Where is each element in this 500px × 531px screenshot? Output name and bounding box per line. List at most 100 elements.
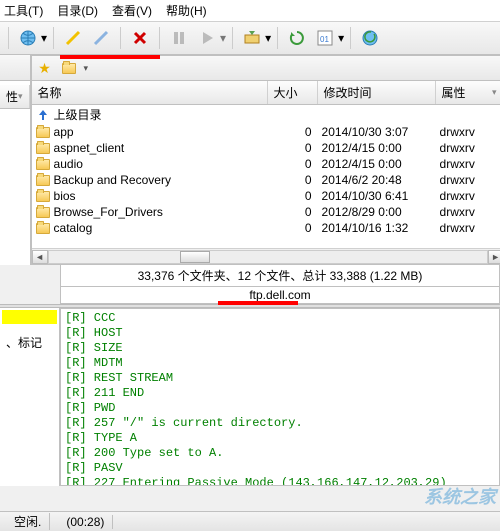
table-row[interactable]: audio02012/4/15 0:00drwxrv <box>32 156 500 172</box>
connect-button[interactable] <box>60 25 86 51</box>
log-line: [R] 200 Type set to A. <box>65 446 495 461</box>
host-label: ftp.dell.com <box>249 288 310 302</box>
file-perm: drwxrv <box>440 173 500 187</box>
file-name: app <box>54 125 74 139</box>
scroll-left-icon[interactable]: ◄ <box>32 250 48 264</box>
separator <box>159 27 160 49</box>
folder-nav-icon[interactable] <box>60 59 78 77</box>
scroll-thumb[interactable] <box>180 251 210 263</box>
table-row[interactable]: Backup and Recovery 02014/6/2 20:48drwxrv <box>32 172 500 188</box>
file-perm: drwxrv <box>440 157 500 171</box>
dropdown-icon[interactable]: ▾ <box>338 31 344 45</box>
folder-icon <box>36 191 50 202</box>
log-line: [R] TYPE A <box>65 431 495 446</box>
up-arrow-icon <box>36 108 50 122</box>
menu-bar: 工具(T) 目录(D) 查看(V) 帮助(H) <box>0 0 500 22</box>
file-perm: drwxrv <box>440 125 500 139</box>
file-name: audio <box>54 157 83 171</box>
play-button[interactable] <box>194 25 220 51</box>
file-size: 0 <box>272 221 322 235</box>
file-date: 2014/10/30 3:07 <box>322 125 440 139</box>
file-date: 2014/10/16 1:32 <box>322 221 440 235</box>
log-line: [R] 227 Entering Passive Mode (143,166,1… <box>65 476 495 486</box>
log-line: [R] HOST <box>65 326 495 341</box>
separator <box>120 27 121 49</box>
separator <box>8 27 9 49</box>
disconnect-button[interactable] <box>88 25 114 51</box>
host-bar: ftp.dell.com <box>60 287 500 304</box>
col-size[interactable]: 大小 <box>268 81 318 104</box>
col-modified[interactable]: 修改时间 <box>318 81 436 104</box>
local-quickbar <box>0 55 30 81</box>
col-attr[interactable]: 性▾ <box>0 85 30 108</box>
folder-icon <box>36 127 50 138</box>
file-size: 0 <box>272 157 322 171</box>
table-row[interactable]: catalog 02014/10/16 1:32drwxrv <box>32 220 500 236</box>
menu-help[interactable]: 帮助(H) <box>166 2 207 19</box>
separator <box>53 27 54 49</box>
local-header: 性▾ <box>0 85 30 109</box>
log-line: [R] PWD <box>65 401 495 416</box>
file-date: 2014/10/30 6:41 <box>322 189 440 203</box>
folder-icon <box>36 143 50 154</box>
toolbar: ▾ ▾ ▾ 01 ▾ <box>0 22 500 55</box>
yellow-marker <box>2 310 57 324</box>
file-listing: 上级目录 app02014/10/30 3:07drwxrvaspnet_cli… <box>32 105 500 248</box>
separator <box>350 27 351 49</box>
dropdown-icon[interactable]: ▾ <box>220 31 226 45</box>
menu-dirs[interactable]: 目录(D) <box>57 2 98 19</box>
summary-bar: 33,376 个文件夹、12 个文件、总计 33,388 (1.22 MB) <box>60 265 500 287</box>
table-row[interactable]: app 02014/10/30 3:07drwxrv <box>32 124 500 140</box>
globe-refresh-button[interactable] <box>357 25 383 51</box>
remote-panel: ★ ▾ 名称 大小 修改时间 属性▾ 上级目录 app02014/10/30 3… <box>31 55 500 265</box>
pause-button[interactable] <box>166 25 192 51</box>
dropdown-icon[interactable]: ▾ <box>41 31 47 45</box>
file-date: 2014/6/2 20:48 <box>322 173 440 187</box>
main-row: 性▾ ★ ▾ 名称 大小 修改时间 属性▾ 上级目录 app02014/10/3… <box>0 55 500 265</box>
menu-view[interactable]: 查看(V) <box>112 2 152 19</box>
abort-button[interactable] <box>127 25 153 51</box>
table-row[interactable]: bios 02014/10/30 6:41drwxrv <box>32 188 500 204</box>
file-size: 0 <box>272 141 322 155</box>
log-panel[interactable]: [R] CCC[R] HOST[R] SIZE[R] MDTM[R] REST … <box>60 308 500 486</box>
refresh-button[interactable] <box>284 25 310 51</box>
log-line: [R] 257 "/" is current directory. <box>65 416 495 431</box>
log-line: [R] PASV <box>65 461 495 476</box>
remote-table-header: 名称 大小 修改时间 属性▾ <box>32 81 500 105</box>
file-perm: drwxrv <box>440 189 500 203</box>
file-date: 2012/8/29 0:00 <box>322 205 440 219</box>
log-line: [R] 211 END <box>65 386 495 401</box>
file-size: 0 <box>272 173 322 187</box>
status-bar: 空闲. (00:28) <box>0 511 500 531</box>
dropdown-icon[interactable]: ▾ <box>84 63 89 74</box>
dropdown-icon[interactable]: ▾ <box>265 31 271 45</box>
mark-label: 、标记 <box>0 330 59 355</box>
file-name: bios <box>54 189 76 203</box>
star-icon[interactable]: ★ <box>36 59 54 77</box>
scroll-track[interactable] <box>48 250 488 264</box>
file-size: 0 <box>272 125 322 139</box>
file-name: Backup and Recovery <box>54 173 171 187</box>
horizontal-scrollbar[interactable]: ◄ ► <box>32 248 500 264</box>
highlight-bar <box>218 301 298 305</box>
view-mode-button[interactable]: 01 <box>312 25 338 51</box>
folder-icon <box>36 223 50 234</box>
folder-icon <box>36 175 50 186</box>
col-name[interactable]: 名称 <box>32 81 268 104</box>
highlight-bar <box>60 55 160 59</box>
separator <box>232 27 233 49</box>
globe-button[interactable] <box>15 25 41 51</box>
table-row[interactable]: aspnet_client02012/4/15 0:00drwxrv <box>32 140 500 156</box>
file-size: 0 <box>272 189 322 203</box>
scroll-right-icon[interactable]: ► <box>488 250 500 264</box>
file-name: Browse_For_Drivers <box>54 205 163 219</box>
left-local-panel: 性▾ <box>0 55 31 265</box>
col-attr[interactable]: 属性▾ <box>436 81 500 104</box>
left-bottom-panel: 、标记 <box>0 308 60 486</box>
transfer-mode-button[interactable] <box>239 25 265 51</box>
table-row[interactable]: Browse_For_Drivers02012/8/29 0:00drwxrv <box>32 204 500 220</box>
menu-tools[interactable]: 工具(T) <box>4 2 43 19</box>
file-name: catalog <box>54 221 93 235</box>
file-perm: drwxrv <box>440 221 500 235</box>
parent-dir-row[interactable]: 上级目录 <box>32 105 500 124</box>
